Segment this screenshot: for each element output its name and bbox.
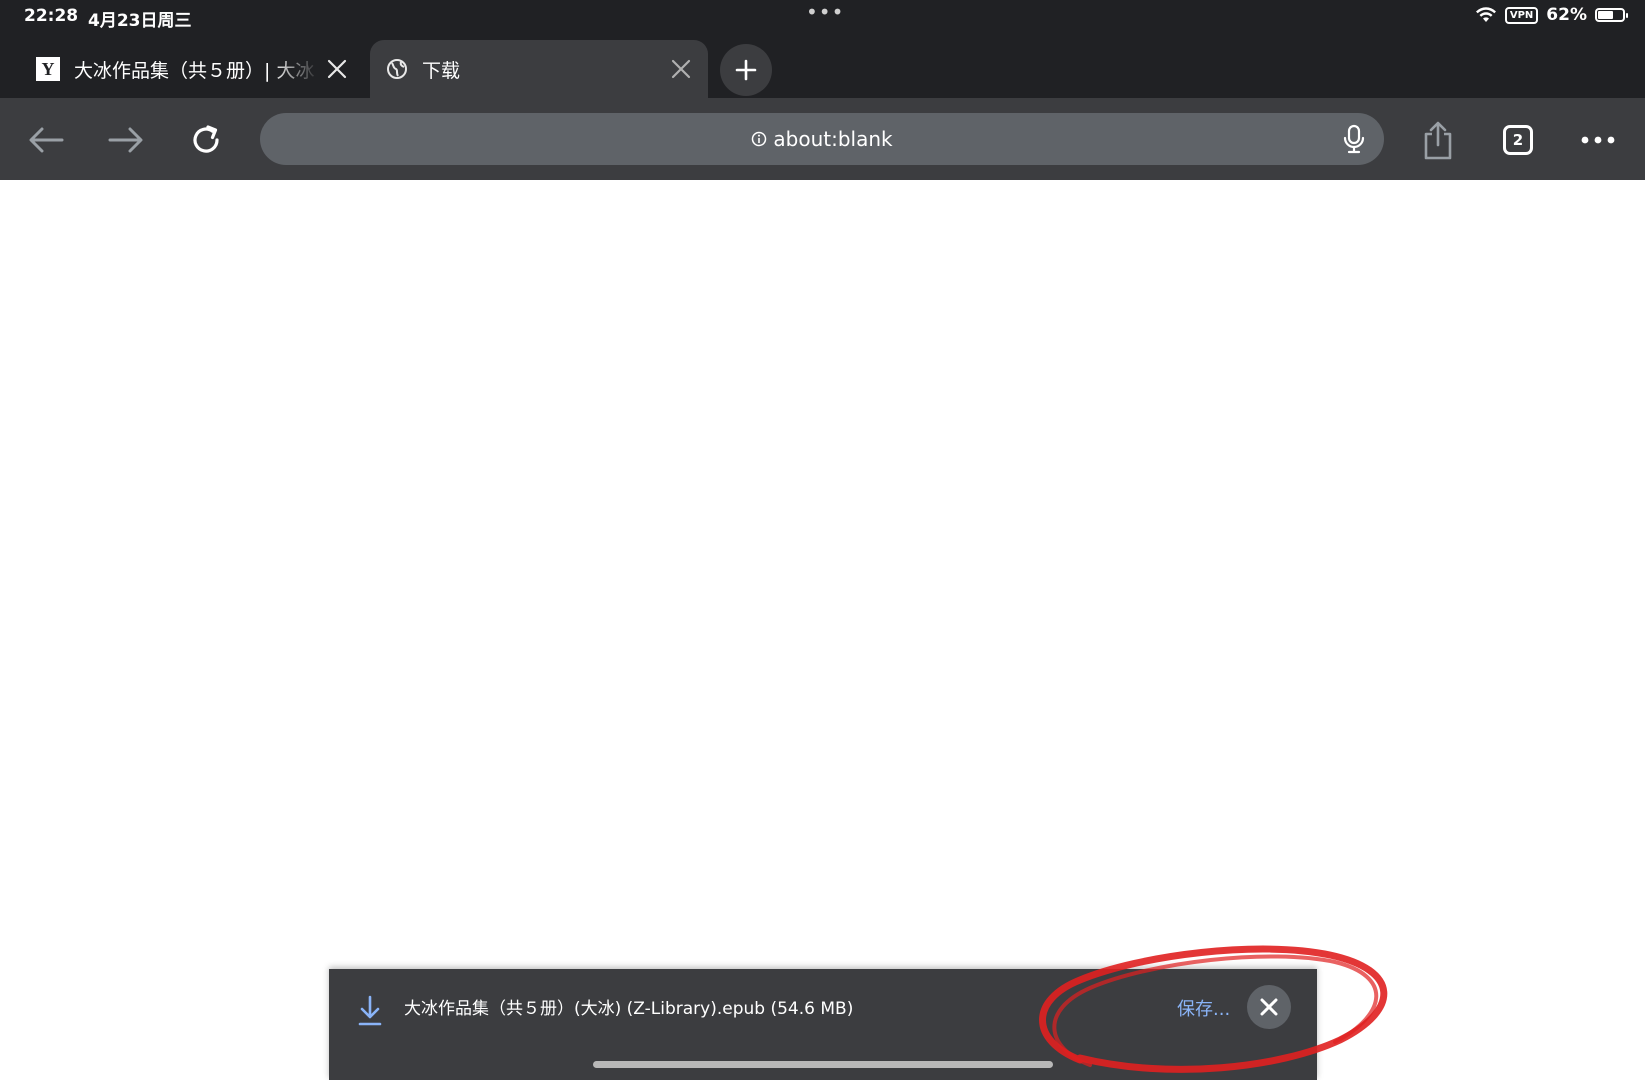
browser-toolbar: about:blank 2	[0, 98, 1645, 180]
more-menu-button[interactable]	[1574, 116, 1622, 164]
status-indicators: VPN 62%	[1475, 5, 1628, 25]
tab-count: 2	[1503, 125, 1533, 155]
save-button[interactable]: 保存...	[1177, 995, 1230, 1021]
microphone-icon	[1343, 124, 1365, 154]
tab-dabing-collection[interactable]: Y 大冰作品集（共５册）| 大冰	[24, 40, 364, 98]
forward-button[interactable]	[102, 116, 150, 164]
close-icon	[1260, 998, 1278, 1016]
back-button[interactable]	[22, 116, 70, 164]
close-tab-icon[interactable]	[664, 52, 698, 86]
share-icon	[1424, 121, 1452, 160]
url-text: about:blank	[773, 127, 893, 151]
plus-icon	[735, 59, 757, 81]
info-icon	[752, 131, 767, 147]
voice-search-button[interactable]	[1338, 123, 1370, 155]
multitasking-dots-icon[interactable]: •••	[806, 0, 844, 24]
download-icon	[358, 995, 382, 1026]
battery-icon	[1595, 8, 1628, 22]
close-download-button[interactable]	[1247, 985, 1291, 1029]
arrow-left-icon	[29, 127, 64, 153]
tab-title: 大冰作品集（共５册）| 大冰	[74, 59, 315, 82]
home-indicator[interactable]	[593, 1061, 1053, 1068]
vpn-badge: VPN	[1504, 6, 1539, 24]
more-horizontal-icon	[1581, 136, 1615, 144]
reload-icon	[193, 125, 219, 153]
battery-level	[1598, 11, 1613, 19]
globe-icon	[387, 59, 407, 79]
battery-percent: 62%	[1546, 5, 1587, 25]
new-tab-button[interactable]	[720, 44, 772, 96]
tab-strip: Y 大冰作品集（共５册）| 大冰 下载	[0, 36, 1645, 98]
reload-button[interactable]	[182, 116, 230, 164]
tab-download[interactable]: 下载	[370, 40, 708, 98]
status-bar: 22:28 4月23日周三 ••• VPN 62%	[0, 0, 1645, 36]
status-time: 22:28	[24, 6, 79, 26]
page-content	[0, 180, 1645, 1080]
status-date: 4月23日周三	[88, 11, 192, 31]
arrow-right-icon	[108, 127, 143, 153]
tab-title: 下载	[422, 59, 461, 82]
close-tab-icon[interactable]	[320, 52, 354, 86]
site-favicon: Y	[36, 57, 60, 81]
share-button[interactable]	[1414, 116, 1462, 164]
address-bar[interactable]: about:blank	[260, 113, 1384, 165]
download-filename: 大冰作品集（共５册）(大冰) (Z-Library).epub (54.6 MB…	[404, 999, 854, 1019]
wifi-icon	[1475, 7, 1496, 22]
tab-switcher-button[interactable]: 2	[1494, 116, 1542, 164]
